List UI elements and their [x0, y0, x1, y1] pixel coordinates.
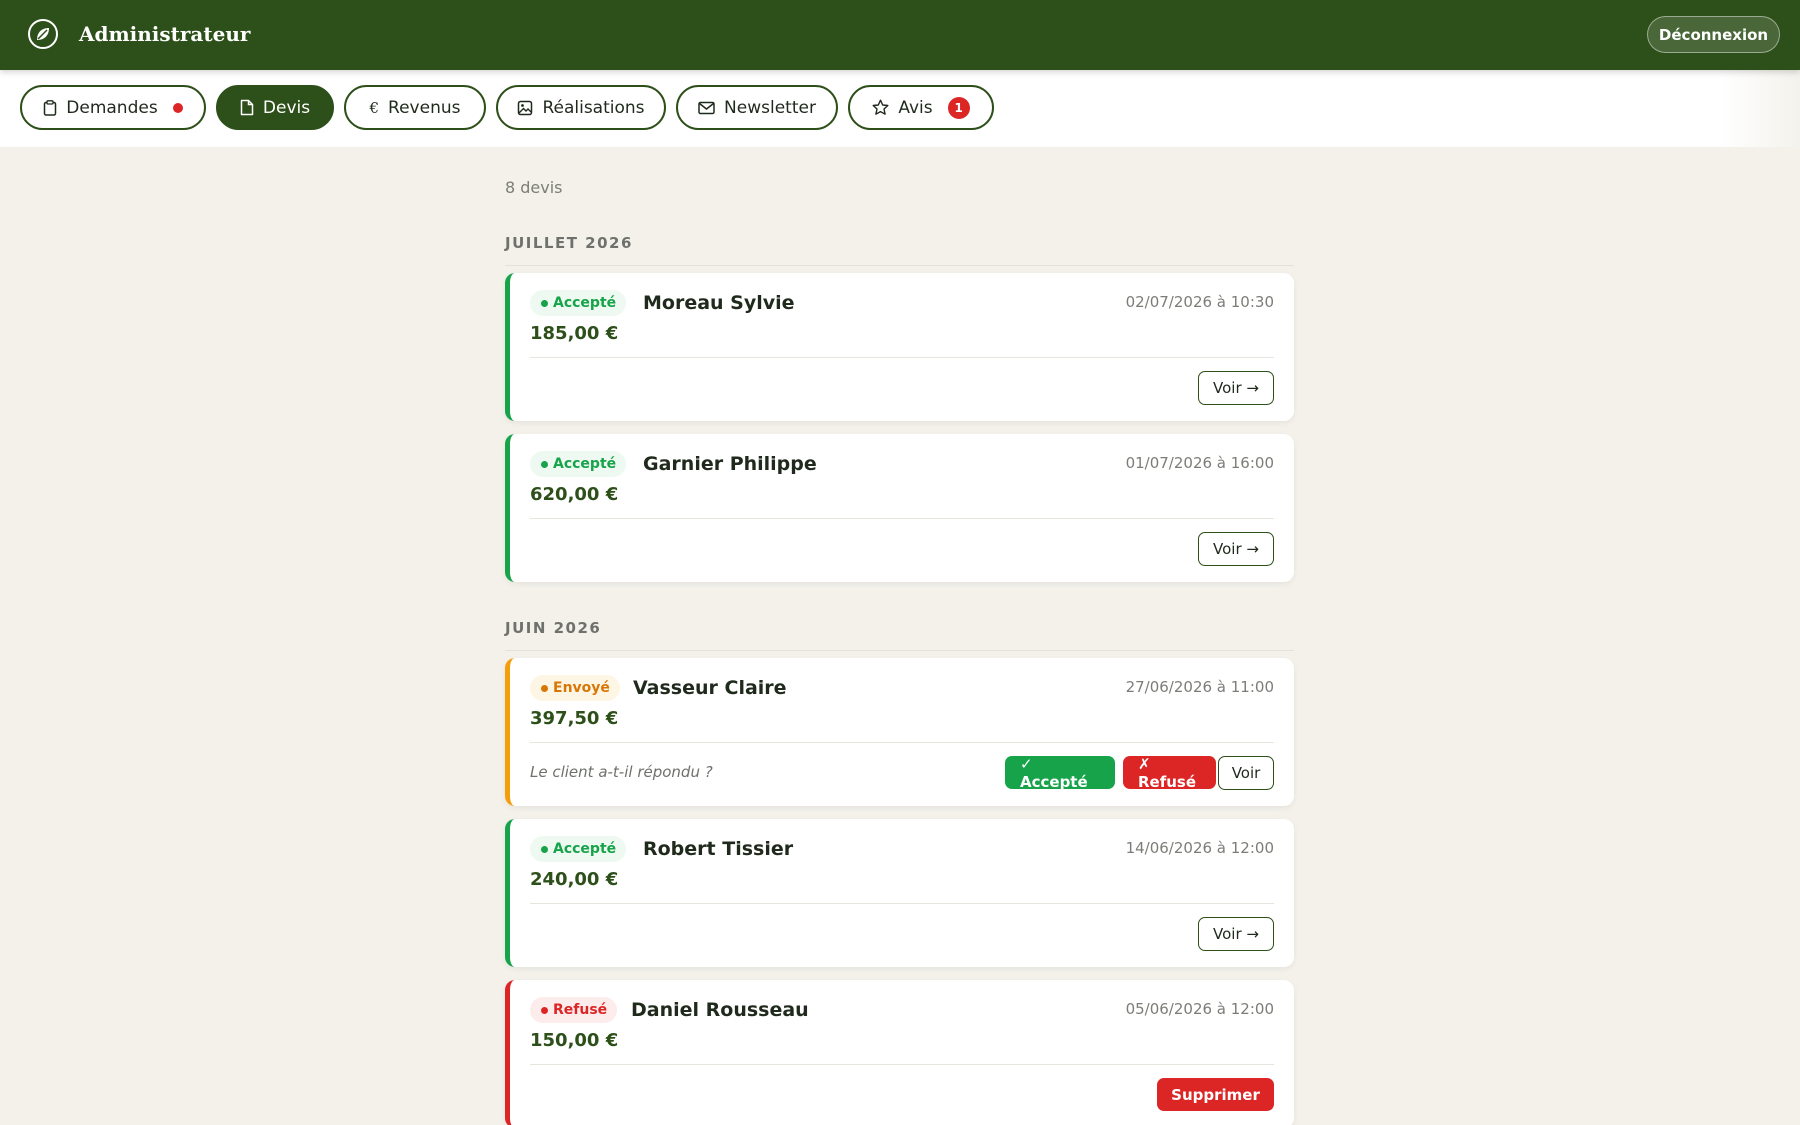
- notification-dot: [172, 102, 183, 113]
- tab-avis[interactable]: Avis 1: [848, 85, 994, 130]
- quote-date: 05/06/2026 à 12:00: [1125, 1000, 1274, 1018]
- quote-card: Accepté Garnier Philippe 01/07/2026 à 16…: [505, 434, 1294, 582]
- tab-label: Devis: [262, 97, 311, 118]
- mark-refused-button[interactable]: ✗ Refusé: [1123, 755, 1216, 791]
- euro-icon: €: [369, 98, 380, 117]
- divider: [530, 357, 1274, 358]
- client-name: Daniel Rousseau: [631, 999, 809, 1021]
- tab-label: Demandes: [66, 97, 158, 118]
- view-button[interactable]: Voir: [1218, 756, 1274, 790]
- quote-amount: 185,00 €: [530, 323, 619, 344]
- status-badge: Accepté: [530, 290, 627, 316]
- mark-accepted-button[interactable]: ✓ Accepté: [1005, 755, 1115, 791]
- quote-date: 27/06/2026 à 11:00: [1125, 678, 1274, 696]
- tab-bar: Demandes Devis € Revenus Réalisations Ne…: [0, 70, 1800, 147]
- logout-button[interactable]: Déconnexion: [1647, 16, 1780, 53]
- status-badge: Refusé: [530, 997, 618, 1023]
- clipboard-icon: [43, 99, 57, 116]
- quote-card: Accepté Robert Tissier 14/06/2026 à 12:0…: [505, 819, 1294, 967]
- delete-button[interactable]: Supprimer: [1157, 1078, 1274, 1111]
- document-icon: [240, 99, 254, 116]
- tab-revenus[interactable]: € Revenus: [344, 85, 486, 130]
- mail-icon: [698, 101, 715, 115]
- quote-count: 8 devis: [505, 178, 563, 197]
- quote-amount: 150,00 €: [530, 1030, 619, 1051]
- quote-amount: 240,00 €: [530, 869, 619, 890]
- status-badge: Envoyé: [530, 675, 620, 701]
- tab-devis[interactable]: Devis: [216, 85, 334, 130]
- quote-date: 14/06/2026 à 12:00: [1125, 839, 1274, 857]
- tab-label: Revenus: [388, 97, 461, 118]
- quote-date: 01/07/2026 à 16:00: [1125, 454, 1274, 472]
- client-name: Moreau Sylvie: [643, 292, 795, 314]
- quote-card: Refusé Daniel Rousseau 05/06/2026 à 12:0…: [505, 980, 1294, 1125]
- quote-card: Accepté Moreau Sylvie 02/07/2026 à 10:30…: [505, 273, 1294, 421]
- status-badge: Accepté: [530, 451, 627, 477]
- status-badge: Accepté: [530, 836, 627, 862]
- top-header: Administrateur Déconnexion: [0, 0, 1800, 70]
- client-name: Garnier Philippe: [643, 453, 817, 475]
- tab-realisations[interactable]: Réalisations: [496, 85, 666, 130]
- divider: [530, 518, 1274, 519]
- client-name: Vasseur Claire: [633, 677, 787, 699]
- tab-label: Réalisations: [542, 97, 645, 118]
- view-button[interactable]: Voir →: [1198, 371, 1274, 405]
- app-title: Administrateur: [79, 22, 251, 46]
- view-button[interactable]: Voir →: [1198, 917, 1274, 951]
- tab-label: Newsletter: [724, 97, 816, 118]
- tab-label: Avis: [898, 97, 933, 118]
- quote-date: 02/07/2026 à 10:30: [1125, 293, 1274, 311]
- tab-demandes[interactable]: Demandes: [20, 85, 206, 130]
- image-icon: [517, 100, 533, 116]
- quote-card: Envoyé Vasseur Claire 27/06/2026 à 11:00…: [505, 658, 1294, 806]
- client-name: Robert Tissier: [643, 838, 794, 860]
- view-button[interactable]: Voir →: [1198, 532, 1274, 566]
- response-question: Le client a-t-il répondu ?: [530, 763, 713, 781]
- divider: [530, 1064, 1274, 1065]
- month-heading: JUIN 2026: [505, 619, 1294, 651]
- leaf-icon: [28, 19, 58, 49]
- quote-amount: 397,50 €: [530, 708, 619, 729]
- star-icon: [872, 99, 889, 116]
- tab-newsletter[interactable]: Newsletter: [676, 85, 838, 130]
- divider: [530, 903, 1274, 904]
- divider: [530, 742, 1274, 743]
- notification-count-badge: 1: [947, 96, 970, 119]
- quote-amount: 620,00 €: [530, 484, 619, 505]
- month-heading: JUILLET 2026: [505, 234, 1294, 266]
